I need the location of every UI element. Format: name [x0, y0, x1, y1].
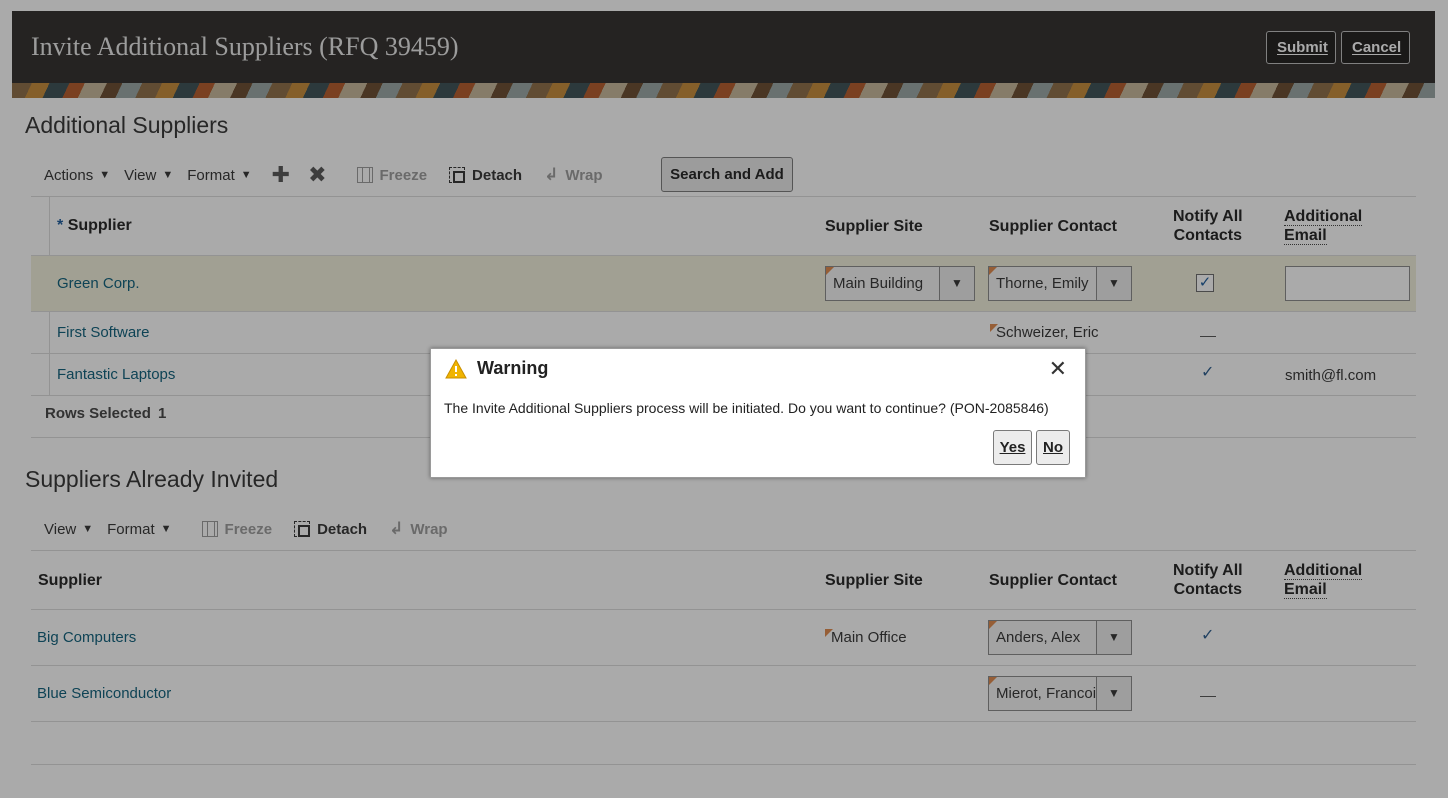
close-icon[interactable]: ✕: [1049, 356, 1067, 382]
dialog-message: The Invite Additional Suppliers process …: [444, 400, 1049, 416]
page: Invite Additional Suppliers (RFQ 39459) …: [0, 0, 1448, 798]
warning-icon: [445, 359, 467, 379]
yes-button[interactable]: Yes: [993, 430, 1032, 465]
dialog-title: Warning: [477, 358, 549, 378]
warning-dialog: Warning ✕ The Invite Additional Supplier…: [430, 348, 1086, 478]
no-button[interactable]: No: [1036, 430, 1070, 465]
